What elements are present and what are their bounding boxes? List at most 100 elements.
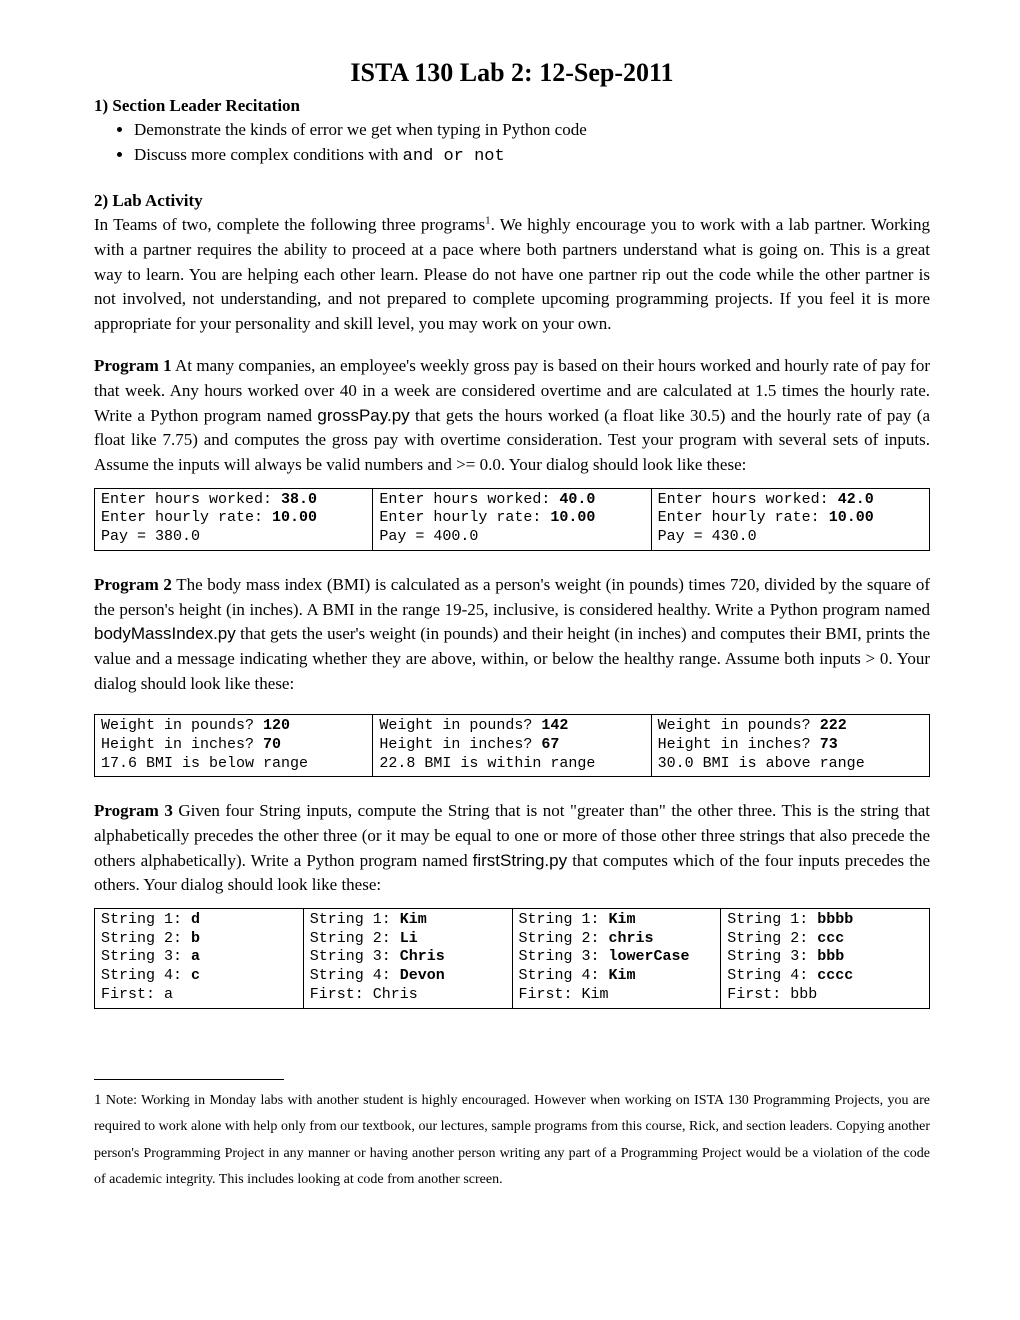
dialog-line: Pay = 380.0 — [101, 528, 366, 547]
dialog-cell: Enter hours worked: 42.0Enter hourly rat… — [651, 488, 929, 550]
program-1-dialog-table: Enter hours worked: 38.0 Enter hourly rat… — [94, 488, 930, 551]
dialog-label: Enter hourly rate: — [658, 509, 829, 526]
dialog-line: Pay = 400.0 — [379, 528, 644, 547]
dialog-label: String 1: — [310, 911, 400, 928]
program-1-filename: grossPay.py — [317, 406, 409, 425]
dialog-line: Weight in pounds? 222 — [658, 717, 923, 736]
dialog-line: Enter hourly rate: 10.00 — [658, 509, 923, 528]
footnote-text: Note: Working in Monday labs with anothe… — [94, 1093, 930, 1188]
dialog-label: Height in inches? — [379, 736, 541, 753]
dialog-value: 67 — [541, 736, 559, 753]
dialog-line: 17.6 BMI is below range — [101, 755, 366, 774]
dialog-label: String 4: — [310, 967, 400, 984]
dialog-line: String 2: b — [101, 930, 297, 949]
dialog-value: Kim — [609, 911, 636, 928]
dialog-value: Chris — [400, 948, 445, 965]
dialog-value: Kim — [609, 967, 636, 984]
dialog-line: String 2: ccc — [727, 930, 923, 949]
dialog-cell: String 1: dString 2: bString 3: aString … — [95, 908, 304, 1008]
dialog-value: 70 — [263, 736, 281, 753]
dialog-cell: Enter hours worked: 38.0Enter hourly rat… — [95, 488, 373, 550]
bullet-item: Discuss more complex conditions with and… — [134, 143, 930, 170]
dialog-label: String 4: — [727, 967, 817, 984]
dialog-line: String 4: cccc — [727, 967, 923, 986]
dialog-line: Weight in pounds? 120 — [101, 717, 366, 736]
bullet-item: Demonstrate the kinds of error we get wh… — [134, 118, 930, 143]
dialog-line: First: Kim — [519, 986, 715, 1005]
dialog-label: First: Kim — [519, 986, 609, 1003]
dialog-value: cccc — [817, 967, 853, 984]
page: ISTA 130 Lab 2: 12-Sep-2011 1) Section L… — [0, 0, 1020, 1254]
dialog-value: 10.00 — [272, 509, 317, 526]
program-2-paragraph: Program 2 The body mass index (BMI) is c… — [94, 573, 930, 696]
dialog-line: Enter hours worked: 42.0 — [658, 491, 923, 510]
dialog-value: 42.0 — [838, 491, 874, 508]
dialog-value: 222 — [820, 717, 847, 734]
dialog-line: String 1: Kim — [310, 911, 506, 930]
program-3-filename: firstString.py — [473, 851, 567, 870]
dialog-label: Height in inches? — [101, 736, 263, 753]
dialog-line: Enter hours worked: 40.0 — [379, 491, 644, 510]
dialog-line: Height in inches? 70 — [101, 736, 366, 755]
section-1-bullets: Demonstrate the kinds of error we get wh… — [94, 118, 930, 169]
dialog-label: Pay = 400.0 — [379, 528, 478, 545]
section-1-heading: 1) Section Leader Recitation — [94, 96, 930, 116]
footnote: 1 Note: Working in Monday labs with anot… — [94, 1086, 930, 1194]
dialog-value: 120 — [263, 717, 290, 734]
dialog-label: First: a — [101, 986, 173, 1003]
dialog-label: String 1: — [101, 911, 191, 928]
dialog-label: Weight in pounds? — [101, 717, 263, 734]
dialog-value: 38.0 — [281, 491, 317, 508]
dialog-cell: Enter hours worked: 40.0Enter hourly rat… — [373, 488, 651, 550]
dialog-line: String 4: Kim — [519, 967, 715, 986]
dialog-label: String 4: — [519, 967, 609, 984]
dialog-label: String 3: — [310, 948, 400, 965]
dialog-value: 10.00 — [550, 509, 595, 526]
dialog-label: First: Chris — [310, 986, 418, 1003]
bullet-code: and or not — [403, 147, 505, 166]
dialog-line: First: bbb — [727, 986, 923, 1005]
dialog-label: String 3: — [727, 948, 817, 965]
dialog-line: Enter hours worked: 38.0 — [101, 491, 366, 510]
dialog-cell: String 1: KimString 2: chrisString 3: lo… — [512, 908, 721, 1008]
dialog-value: bbbb — [817, 911, 853, 928]
dialog-label: Pay = 380.0 — [101, 528, 200, 545]
dialog-cell: Weight in pounds? 120Height in inches? 7… — [95, 715, 373, 777]
dialog-value: d — [191, 911, 200, 928]
dialog-label: String 2: — [519, 930, 609, 947]
program-3-dialog-table: String 1: dString 2: bString 3: aString … — [94, 908, 930, 1009]
dialog-value: 40.0 — [559, 491, 595, 508]
dialog-line: Height in inches? 67 — [379, 736, 644, 755]
program-3-lead: Program 3 — [94, 801, 173, 820]
dialog-cell: Weight in pounds? 142Height in inches? 6… — [373, 715, 651, 777]
dialog-label: String 4: — [101, 967, 191, 984]
page-title: ISTA 130 Lab 2: 12-Sep-2011 — [94, 58, 930, 88]
dialog-label: 30.0 BMI is above range — [658, 755, 865, 772]
dialog-value: ccc — [817, 930, 844, 947]
dialog-label: Enter hourly rate: — [379, 509, 550, 526]
intro-text-a: In Teams of two, complete the following … — [94, 215, 485, 234]
dialog-label: Enter hours worked: — [379, 491, 559, 508]
dialog-label: 22.8 BMI is within range — [379, 755, 595, 772]
dialog-line: 22.8 BMI is within range — [379, 755, 644, 774]
dialog-line: First: a — [101, 986, 297, 1005]
dialog-line: String 1: Kim — [519, 911, 715, 930]
dialog-label: Weight in pounds? — [658, 717, 820, 734]
dialog-value: Devon — [400, 967, 445, 984]
dialog-value: Kim — [400, 911, 427, 928]
dialog-label: 17.6 BMI is below range — [101, 755, 308, 772]
dialog-label: String 3: — [519, 948, 609, 965]
dialog-line: String 3: Chris — [310, 948, 506, 967]
dialog-label: Enter hours worked: — [658, 491, 838, 508]
footnote-number: 1 — [94, 1092, 102, 1108]
dialog-value: lowerCase — [609, 948, 690, 965]
dialog-label: String 2: — [101, 930, 191, 947]
program-1-lead: Program 1 — [94, 356, 172, 375]
dialog-label: String 1: — [727, 911, 817, 928]
program-2-dialog-table: Weight in pounds? 120Height in inches? 7… — [94, 714, 930, 777]
dialog-label: First: bbb — [727, 986, 817, 1003]
dialog-label: Enter hours worked: — [101, 491, 281, 508]
bullet-text: Discuss more complex conditions with — [134, 145, 403, 164]
dialog-label: String 1: — [519, 911, 609, 928]
section-2-heading: 2) Lab Activity — [94, 191, 930, 211]
